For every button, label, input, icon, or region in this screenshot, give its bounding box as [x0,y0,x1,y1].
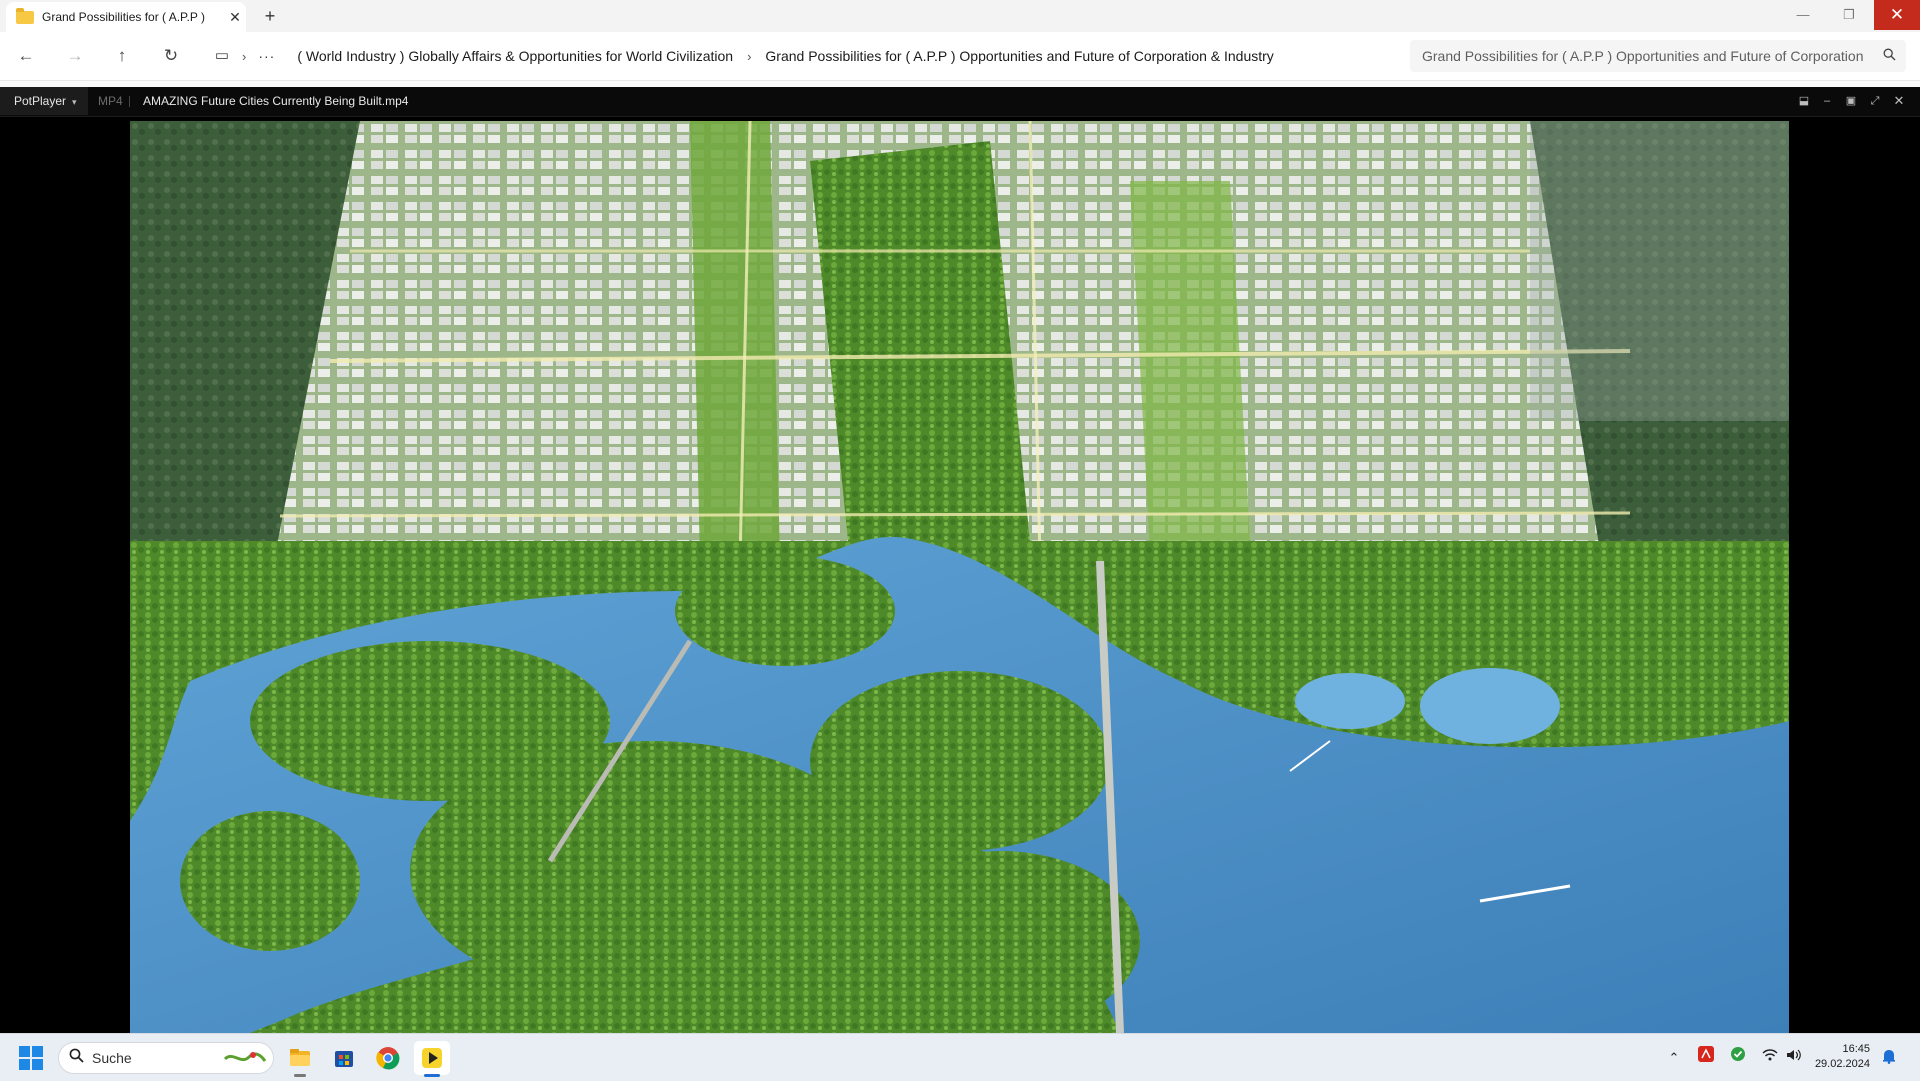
player-titlebar: PotPlayer ▾ MP4 AMAZING Future Cities Cur… [0,87,1920,117]
chevron-right-icon: › [242,48,247,64]
minimize-icon[interactable]: – [1816,87,1838,115]
explorer-titlebar: Grand Possibilities for ( A.P.P ) ✕ + — … [0,0,1920,32]
back-icon[interactable]: ← [12,42,40,70]
security-check-icon[interactable] [1726,1046,1750,1070]
tab-active[interactable]: Grand Possibilities for ( A.P.P ) ✕ [6,2,246,32]
file-format: MP4 [98,94,123,108]
acrobat-icon[interactable] [1694,1046,1718,1070]
windows-start-icon[interactable] [19,1046,43,1070]
search-placeholder: Grand Possibilities for ( A.P.P ) Opport… [1422,48,1864,64]
file-explorer-icon[interactable] [282,1041,318,1077]
breadcrumb: › ··· ( World Industry ) Globally Affair… [212,32,1274,80]
close-icon[interactable]: ✕ [1888,87,1910,115]
pin-icon[interactable]: ⬓ [1793,87,1815,115]
clock-time: 16:45 [1842,1043,1870,1055]
more-icon[interactable]: ··· [258,48,275,64]
close-icon[interactable]: ✕ [224,9,246,26]
taskbar-search-input[interactable]: Suche [58,1042,274,1074]
explorer-navbar: ← → ↑ ↻ ▭ › ··· ( World Industry ) Globa… [0,32,1920,81]
chrome-icon[interactable] [370,1041,406,1075]
notification-bell-icon[interactable] [1882,1048,1896,1067]
chevron-up-icon[interactable]: ⌃ [1662,1046,1686,1070]
volume-icon[interactable] [1782,1046,1806,1070]
chevron-right-icon: › [747,48,752,64]
search-highlight-icon [223,1052,267,1062]
taskbar-clock[interactable]: 16:45 29.02.2024 [1808,1042,1870,1072]
search-icon [69,1048,84,1068]
fullscreen-icon[interactable]: ⤢ [1864,87,1886,115]
refresh-icon[interactable]: ↻ [157,42,185,70]
window-close-button[interactable]: ✕ [1874,0,1920,30]
tab-title: Grand Possibilities for ( A.P.P ) [42,10,205,24]
folder-icon [16,7,34,24]
divider [129,96,130,107]
taskbar: Suche ⌃ 16:45 29.02.2024 [0,1033,1920,1081]
up-icon[interactable]: ↑ [108,42,136,70]
clock-date: 29.02.2024 [1814,1058,1870,1070]
search-input[interactable]: Grand Possibilities for ( A.P.P ) Opport… [1410,40,1906,72]
potplayer-icon[interactable] [414,1041,450,1077]
active-indicator [424,1074,440,1077]
breadcrumb-item-2[interactable]: Grand Possibilities for ( A.P.P ) Opport… [765,48,1273,64]
player-menu-button[interactable]: PotPlayer ▾ [0,87,88,115]
chevron-down-icon: ▾ [72,97,77,107]
file-name: AMAZING Future Cities Currently Being Bu… [143,94,409,108]
breadcrumb-item-1[interactable]: ( World Industry ) Globally Affairs & Op… [297,48,733,64]
search-icon[interactable] [1883,48,1896,64]
player-app-name: PotPlayer [14,94,67,108]
forward-icon[interactable]: → [61,42,89,70]
microsoft-store-icon[interactable] [326,1041,362,1075]
plus-icon[interactable]: + [258,5,282,27]
maximize-icon[interactable]: ▣ [1840,87,1862,115]
restore-icon[interactable]: ❐ [1826,0,1872,30]
wifi-icon[interactable] [1758,1046,1782,1070]
video-frame[interactable] [130,121,1789,1033]
video-frame-image [130,121,1789,1033]
taskbar-search-label: Suche [92,1050,132,1066]
potplayer-window: PotPlayer ▾ MP4 AMAZING Future Cities Cur… [0,87,1920,1033]
minimize-icon[interactable]: — [1780,0,1826,30]
running-indicator [294,1074,306,1077]
